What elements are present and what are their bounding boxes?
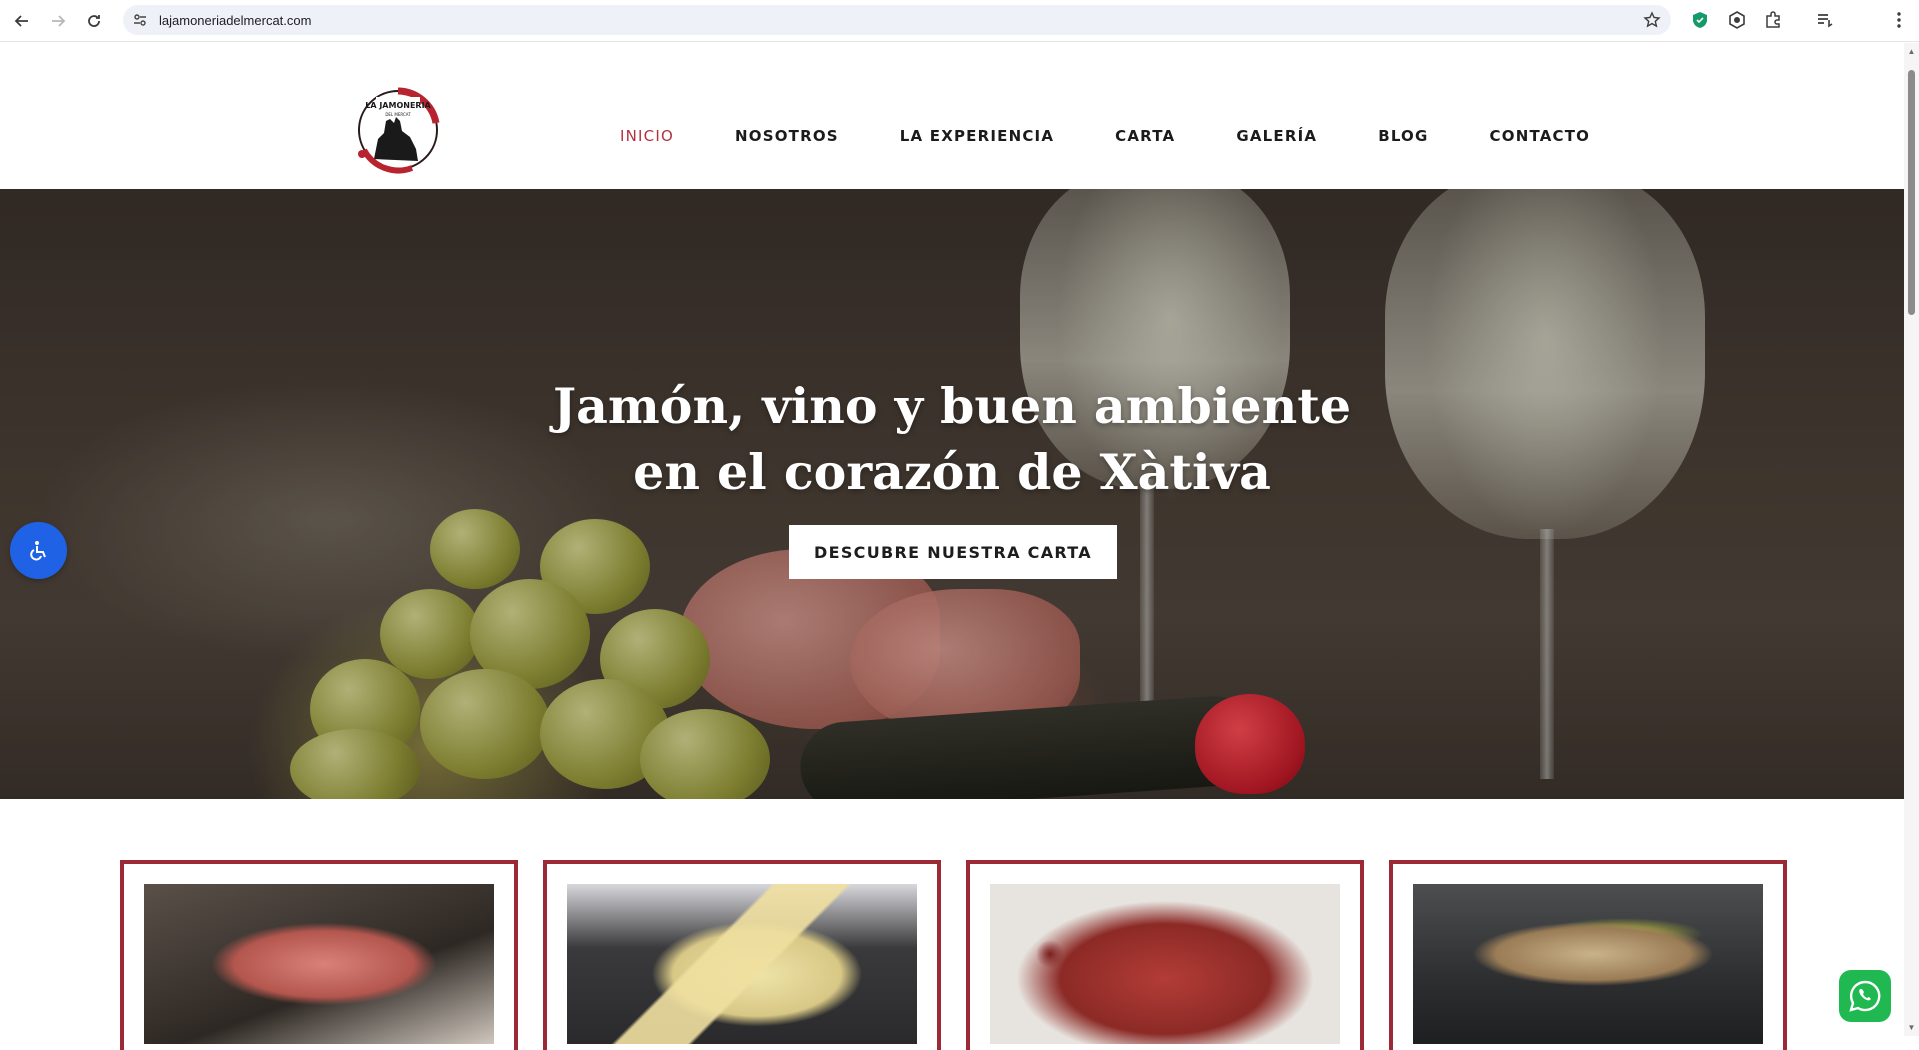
puzzle-extensions-icon[interactable] <box>1762 9 1784 31</box>
card-item[interactable] <box>120 860 518 1050</box>
nav-item-blog[interactable]: BLOG <box>1378 127 1428 145</box>
url-text[interactable]: lajamoneriadelmercat.com <box>159 13 311 28</box>
card-item[interactable] <box>1389 860 1787 1050</box>
address-bar[interactable]: lajamoneriadelmercat.com <box>123 5 1671 35</box>
scroll-down-arrow-icon[interactable]: ▼ <box>1907 1023 1916 1032</box>
site-info-icon[interactable] <box>131 11 149 29</box>
discover-menu-button[interactable]: DESCUBRE NUESTRA CARTA <box>789 525 1117 579</box>
nav-item-la-experiencia[interactable]: LA EXPERIENCIA <box>900 127 1054 145</box>
hero-title-line1: Jamón, vino y buen ambiente <box>552 377 1352 435</box>
site-header: LA JAMONERIA DEL MERCAT INICIO NOSOTROS … <box>0 43 1904 189</box>
forward-icon[interactable] <box>44 7 72 35</box>
bookmark-star-icon[interactable] <box>1643 11 1661 29</box>
hero-title: Jamón, vino y buen ambiente en el corazó… <box>0 373 1904 505</box>
cheese-board-photo <box>567 884 917 1044</box>
svg-text:LA JAMONERIA: LA JAMONERIA <box>365 101 431 110</box>
scrollbar-thumb[interactable] <box>1908 70 1915 315</box>
svg-text:DEL MERCAT: DEL MERCAT <box>385 112 411 117</box>
site-logo[interactable]: LA JAMONERIA DEL MERCAT <box>352 84 444 176</box>
nav-item-contacto[interactable]: CONTACTO <box>1490 127 1591 145</box>
nav-item-inicio[interactable]: INICIO <box>620 127 674 145</box>
nav-item-nosotros[interactable]: NOSOTROS <box>735 127 839 145</box>
card-item[interactable] <box>966 860 1364 1050</box>
page-scrollbar[interactable]: ▲ ▼ <box>1904 43 1919 1036</box>
reading-list-icon[interactable] <box>1814 9 1836 31</box>
cured-sausage-platter-photo <box>990 884 1340 1044</box>
nav-item-galeria[interactable]: GALERÍA <box>1236 127 1317 145</box>
wheelchair-icon <box>29 540 46 560</box>
ham-toast-photo <box>144 884 494 1044</box>
featured-cards <box>0 799 1904 1050</box>
hero-section: Jamón, vino y buen ambiente en el corazó… <box>0 189 1904 799</box>
whatsapp-button[interactable] <box>1839 970 1891 1022</box>
browser-toolbar: lajamoneriadelmercat.com <box>0 0 1919 42</box>
hexagon-extension-icon[interactable] <box>1726 9 1748 31</box>
whatsapp-icon <box>1849 980 1881 1012</box>
reload-icon[interactable] <box>80 7 108 35</box>
card-item[interactable] <box>543 860 941 1050</box>
tuna-pepper-toast-photo <box>1413 884 1763 1044</box>
nav-item-carta[interactable]: CARTA <box>1115 127 1175 145</box>
scroll-up-arrow-icon[interactable]: ▲ <box>1907 47 1916 56</box>
hero-title-line2: en el corazón de Xàtiva <box>633 443 1271 501</box>
back-icon[interactable] <box>8 7 36 35</box>
main-nav: INICIO NOSOTROS LA EXPERIENCIA CARTA GAL… <box>620 127 1590 145</box>
more-menu-icon[interactable] <box>1888 9 1910 31</box>
accessibility-button[interactable] <box>10 522 67 579</box>
shield-extension-icon[interactable] <box>1689 9 1711 31</box>
